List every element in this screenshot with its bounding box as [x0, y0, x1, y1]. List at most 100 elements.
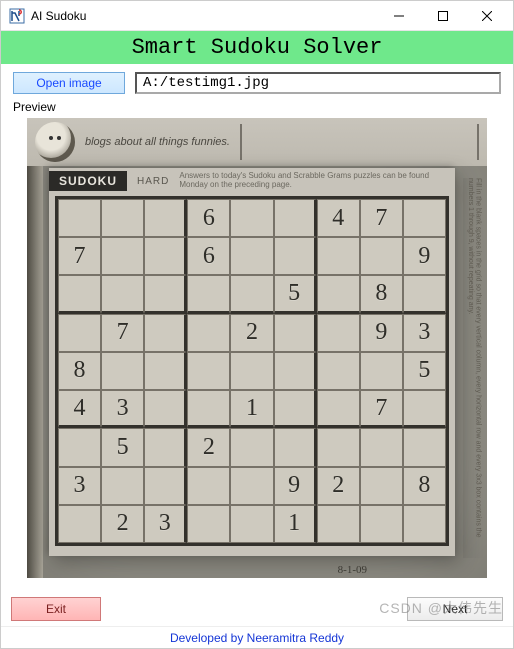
sudoku-cell [187, 314, 230, 352]
preview-pane: v 31. blogs about all things funnies. SU… [1, 118, 513, 578]
sudoku-cell [360, 505, 403, 543]
next-button[interactable]: Next [407, 597, 503, 621]
app-icon [9, 8, 25, 24]
puzzle-date: 8-1-09 [338, 564, 367, 576]
sudoku-cell [403, 505, 446, 543]
sudoku-cell [317, 390, 360, 428]
sudoku-cell: 1 [274, 505, 317, 543]
sudoku-cell: 1 [230, 390, 273, 428]
sudoku-cell [360, 467, 403, 505]
sudoku-cell [144, 390, 187, 428]
sudoku-cell [58, 505, 101, 543]
sudoku-cell [230, 505, 273, 543]
credit-line: Developed by Neeramitra Reddy [1, 626, 513, 648]
sudoku-cell [317, 352, 360, 390]
sudoku-cell: 4 [317, 199, 360, 237]
sudoku-cell: 2 [230, 314, 273, 352]
sudoku-cell: 5 [403, 352, 446, 390]
sudoku-cell [144, 314, 187, 352]
blog-caption: blogs about all things funnies. [85, 136, 230, 148]
sudoku-cell [187, 505, 230, 543]
sudoku-cell [274, 352, 317, 390]
sudoku-cell [230, 352, 273, 390]
cartoon-head-icon [35, 122, 75, 162]
sudoku-cell: 7 [360, 199, 403, 237]
bottom-bar: Exit Next [1, 594, 513, 624]
sudoku-cell: 5 [274, 275, 317, 313]
sudoku-cell [58, 428, 101, 466]
sudoku-cell [187, 467, 230, 505]
sudoku-cell: 3 [144, 505, 187, 543]
sudoku-cell: 8 [58, 352, 101, 390]
app-header: Smart Sudoku Solver [1, 31, 513, 64]
sudoku-cell [58, 275, 101, 313]
sudoku-cell [230, 428, 273, 466]
newspaper-top-strip: blogs about all things funnies. [27, 118, 487, 166]
sudoku-cell [58, 199, 101, 237]
comic-panel-lines [240, 124, 479, 160]
sudoku-cell [144, 467, 187, 505]
sudoku-cell: 8 [360, 275, 403, 313]
sudoku-block: SUDOKU HARD Answers to today's Sudoku an… [49, 168, 455, 556]
preview-image: v 31. blogs about all things funnies. SU… [27, 118, 487, 578]
sudoku-cell: 3 [101, 390, 144, 428]
sudoku-cell: 2 [101, 505, 144, 543]
sudoku-cell [144, 352, 187, 390]
sudoku-cell [317, 428, 360, 466]
sudoku-cell: 9 [403, 237, 446, 275]
sudoku-cell [274, 428, 317, 466]
sudoku-grid: 647769587293854317523928231 [55, 196, 449, 546]
newspaper-margin: v 31. [27, 118, 43, 578]
sudoku-cell [101, 352, 144, 390]
sudoku-cell [317, 275, 360, 313]
sudoku-cell: 6 [187, 237, 230, 275]
image-path-input[interactable] [135, 72, 501, 94]
sudoku-cell [187, 275, 230, 313]
sudoku-cell [144, 237, 187, 275]
sudoku-cell [360, 237, 403, 275]
close-icon [482, 11, 492, 21]
sudoku-cell [230, 237, 273, 275]
preview-label: Preview [1, 98, 513, 118]
sudoku-cell: 7 [360, 390, 403, 428]
sudoku-cell [101, 237, 144, 275]
open-image-button[interactable]: Open image [13, 72, 125, 94]
sudoku-cell: 9 [360, 314, 403, 352]
sudoku-cell [58, 314, 101, 352]
sudoku-cell [230, 467, 273, 505]
sudoku-header: SUDOKU HARD Answers to today's Sudoku an… [49, 168, 455, 194]
sudoku-cell: 5 [101, 428, 144, 466]
sudoku-cell: 4 [58, 390, 101, 428]
sudoku-note: Answers to today's Sudoku and Scrabble G… [179, 172, 455, 190]
sudoku-cell: 2 [187, 428, 230, 466]
window-minimize-button[interactable] [377, 1, 421, 30]
sudoku-cell [230, 275, 273, 313]
sudoku-cell [274, 314, 317, 352]
sudoku-cell [317, 314, 360, 352]
sudoku-cell [317, 237, 360, 275]
window-titlebar: AI Sudoku [1, 1, 513, 31]
sudoku-cell [403, 199, 446, 237]
window-close-button[interactable] [465, 1, 509, 30]
exit-button[interactable]: Exit [11, 597, 101, 621]
sudoku-tag: SUDOKU [49, 171, 127, 191]
sudoku-cell [144, 428, 187, 466]
open-image-label: Open image [36, 76, 101, 90]
sudoku-instructions: Fill in the blank spaces in the grid so … [463, 178, 485, 558]
sudoku-cell: 3 [58, 467, 101, 505]
sudoku-cell [360, 352, 403, 390]
sudoku-cell: 8 [403, 467, 446, 505]
next-button-label: Next [443, 602, 468, 616]
sudoku-cell: 7 [101, 314, 144, 352]
maximize-icon [438, 11, 448, 21]
minimize-icon [394, 11, 404, 21]
sudoku-cell [317, 505, 360, 543]
sudoku-cell [187, 390, 230, 428]
sudoku-cell [187, 352, 230, 390]
sudoku-cell [403, 390, 446, 428]
sudoku-cell: 3 [403, 314, 446, 352]
sudoku-cell [274, 237, 317, 275]
sudoku-cell [403, 275, 446, 313]
sudoku-cell: 9 [274, 467, 317, 505]
window-maximize-button[interactable] [421, 1, 465, 30]
